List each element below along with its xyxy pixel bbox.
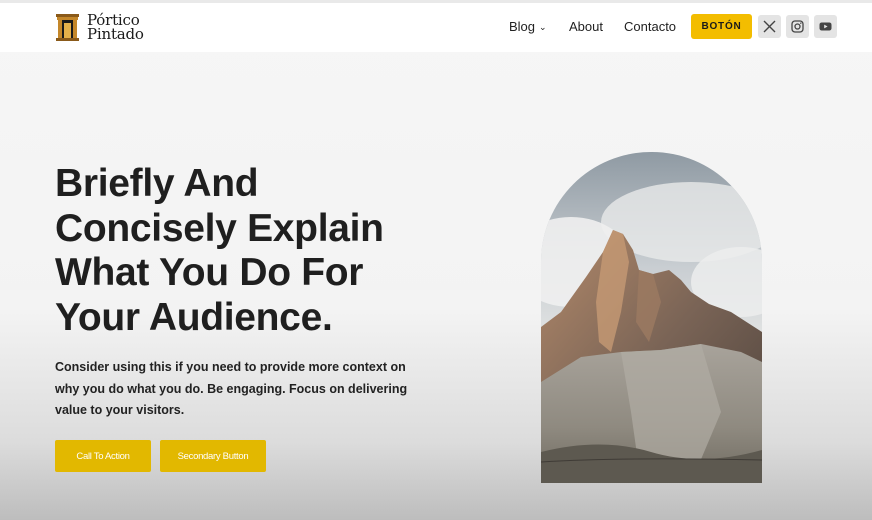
youtube-social-button[interactable] [814,15,837,38]
hero-title: Briefly And Concisely Explain What You D… [55,162,384,339]
nav-blog-label: Blog [509,19,536,34]
logo-text: Pórtico Pintado [87,13,144,43]
header-button[interactable]: BOTÓN [691,14,752,39]
youtube-icon [819,22,832,31]
hero-description: Consider using this if you need to provi… [55,360,408,417]
temple-icon [56,13,79,41]
call-to-action-button[interactable]: Call To Action [55,440,151,472]
site-header: Pórtico Pintado Blog ⌄ About Contacto BOT… [0,3,872,52]
instagram-icon [791,20,804,33]
nav-contacto[interactable]: Contacto [624,19,676,34]
nav-about[interactable]: About [569,19,603,34]
x-icon [763,20,776,33]
nav-blog[interactable]: Blog ⌄ [509,19,547,34]
secondary-button[interactable]: Secondary Button [160,440,266,472]
chevron-down-icon: ⌄ [539,22,547,32]
instagram-social-button[interactable] [786,15,809,38]
logo-line-2: Pintado [87,25,144,43]
x-social-button[interactable] [758,15,781,38]
site-logo[interactable]: Pórtico Pintado [56,13,144,43]
mountain-peak-image [541,152,762,483]
